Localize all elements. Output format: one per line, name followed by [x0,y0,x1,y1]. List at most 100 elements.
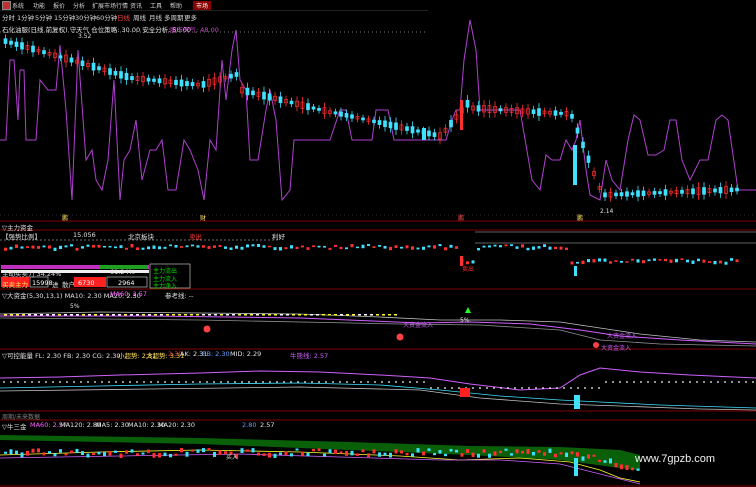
flow-bar [218,245,222,248]
candle-body [377,120,382,125]
candle-body [317,107,321,111]
panel5-title: 周期/未来数据 [2,414,41,421]
flow-bar [620,260,623,263]
bull-candle [48,451,51,454]
candle-body [179,79,184,87]
fund-tick [262,314,265,316]
candle-body [20,42,24,50]
candle-body [586,155,591,163]
bull-candle [515,449,519,454]
flow-bar [323,246,326,248]
energy-dot [304,381,306,383]
candle-body [619,192,624,197]
bull-candle [9,449,13,455]
fund-line-2 [0,315,756,345]
fund-tick [112,314,115,316]
candle-body [80,60,85,67]
candle-body [449,120,453,128]
flow-bar [735,259,739,262]
flow-bar [345,247,348,250]
bull-candle [158,453,161,458]
flow-bar [647,259,651,262]
flow-bar [719,260,722,264]
bull-candle [196,449,200,453]
bull-candle [53,453,57,457]
candle-body [636,190,640,197]
flow-bar [185,245,189,248]
fund-tick [322,314,325,316]
flow-bar [598,258,601,262]
fund-tick [142,314,145,316]
candle-body [460,100,463,130]
energy-dot [395,381,397,383]
flow-bar [229,247,233,250]
energy-dot [276,381,278,383]
flow-bar [196,245,200,248]
energy-dot [563,387,565,389]
bull-candle [444,453,447,457]
energy-line-2 [0,382,756,409]
candle-body [422,128,426,140]
energy-dot [696,381,698,383]
flow-bar [438,244,442,247]
fund-tick [136,314,139,316]
candle-body [190,82,195,87]
energy-dot [80,381,82,383]
energy-dot [339,381,341,383]
candle-body [361,117,365,121]
flow-bar [576,261,579,264]
candle-body [262,91,266,100]
energy-dot [108,381,110,383]
fund-tick [178,314,181,316]
footer-mark-4: 鹏 [577,215,584,222]
candle-body [234,72,239,77]
flow-bar [548,246,552,250]
energy-dot [500,387,502,389]
energy-dot [122,381,124,383]
flow-bar [317,245,321,248]
fund-tick [268,314,271,316]
flow-bar [268,245,271,248]
buy-tag: 买入 [226,454,239,461]
energy-dot [752,381,754,383]
flow-bar [532,246,535,250]
fund-tick [124,314,127,316]
bull-candle [598,459,601,462]
flow-bar [400,246,403,249]
energy-dot [3,381,5,383]
energy-dot [591,387,593,389]
candle-body [729,187,734,193]
energy-bar [460,388,470,397]
bull-candle [427,448,431,451]
bull-candle [141,452,145,455]
bull-candle [554,453,557,458]
bull-candle [20,452,24,458]
stock-chart-canvas[interactable] [0,0,756,487]
candle-body [427,130,431,137]
bull-candle [42,452,46,456]
bull-candle [312,448,315,452]
fund-tick [256,314,259,316]
direction-label: 进 [52,281,59,289]
bull-candle [367,453,370,458]
energy-dot [542,387,544,389]
bull-candle [119,453,123,458]
flow-bar [75,247,79,251]
bull-candle [411,453,414,457]
candle-body [91,62,96,71]
fund-tick [52,314,55,316]
footer-mark-2: 财 [200,215,207,222]
candle-body [119,71,123,79]
bull-candle [488,453,491,458]
panel4-bb: BB: 2.30 [202,350,230,358]
energy-dot [157,381,159,383]
bull-candle [323,453,326,457]
energy-dot [360,381,362,383]
flow-bar [246,244,249,248]
flow-bar [422,246,425,250]
candle-body [157,78,162,84]
flow-bar [152,245,156,249]
bull-candle [614,463,618,468]
net-in-label: 主力净入 [153,283,178,290]
bull-candle [609,458,612,464]
